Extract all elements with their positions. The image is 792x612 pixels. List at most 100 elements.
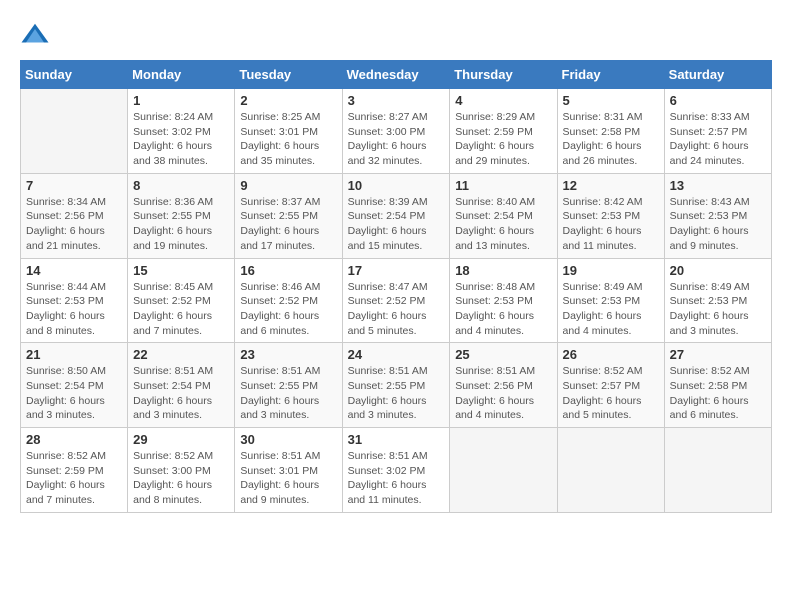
- day-cell: 29 Sunrise: 8:52 AM Sunset: 3:00 PM Dayli…: [128, 428, 235, 513]
- day-cell: 27 Sunrise: 8:52 AM Sunset: 2:58 PM Dayli…: [664, 343, 771, 428]
- day-detail: Sunrise: 8:49 AM Sunset: 2:53 PM Dayligh…: [563, 280, 659, 339]
- day-detail: Sunrise: 8:29 AM Sunset: 2:59 PM Dayligh…: [455, 110, 551, 169]
- day-cell: 10Sunrise: 8:39 AM Sunset: 2:54 PM Dayli…: [342, 173, 450, 258]
- day-number: 29: [133, 432, 229, 447]
- day-detail: Sunrise: 8:52 AM Sunset: 2:59 PM Dayligh…: [26, 449, 122, 508]
- day-cell: 14 Sunrise: 8:44 AM Sunset: 2:53 PM Dayli…: [21, 258, 128, 343]
- day-number: 20: [670, 263, 766, 278]
- day-cell: 6Sunrise: 8:33 AM Sunset: 2:57 PM Daylig…: [664, 89, 771, 174]
- day-cell: 8Sunrise: 8:36 AM Sunset: 2:55 PM Daylig…: [128, 173, 235, 258]
- day-detail: Sunrise: 8:24 AM Sunset: 3:02 PM Dayligh…: [133, 110, 229, 169]
- day-number: 16: [240, 263, 336, 278]
- day-number: 10: [348, 178, 445, 193]
- day-detail: Sunrise: 8:34 AM Sunset: 2:56 PM Dayligh…: [26, 195, 122, 254]
- day-number: 13: [670, 178, 766, 193]
- day-number: 30: [240, 432, 336, 447]
- header-cell-tuesday: Tuesday: [235, 61, 342, 89]
- day-cell: 13 Sunrise: 8:43 AM Sunset: 2:53 PM Dayli…: [664, 173, 771, 258]
- calendar-header: SundayMondayTuesdayWednesdayThursdayFrid…: [21, 61, 772, 89]
- day-cell: [557, 428, 664, 513]
- day-detail: Sunrise: 8:42 AM Sunset: 2:53 PM Dayligh…: [563, 195, 659, 254]
- header-cell-monday: Monday: [128, 61, 235, 89]
- header-cell-saturday: Saturday: [664, 61, 771, 89]
- day-detail: Sunrise: 8:40 AM Sunset: 2:54 PM Dayligh…: [455, 195, 551, 254]
- day-number: 3: [348, 93, 445, 108]
- day-cell: [21, 89, 128, 174]
- day-detail: Sunrise: 8:52 AM Sunset: 3:00 PM Dayligh…: [133, 449, 229, 508]
- day-cell: 2 Sunrise: 8:25 AM Sunset: 3:01 PM Daylig…: [235, 89, 342, 174]
- day-cell: [450, 428, 557, 513]
- day-cell: 25Sunrise: 8:51 AM Sunset: 2:56 PM Dayli…: [450, 343, 557, 428]
- header-row: SundayMondayTuesdayWednesdayThursdayFrid…: [21, 61, 772, 89]
- day-cell: [664, 428, 771, 513]
- day-detail: Sunrise: 8:27 AM Sunset: 3:00 PM Dayligh…: [348, 110, 445, 169]
- day-cell: 12 Sunrise: 8:42 AM Sunset: 2:53 PM Dayli…: [557, 173, 664, 258]
- day-cell: 26 Sunrise: 8:52 AM Sunset: 2:57 PM Dayli…: [557, 343, 664, 428]
- day-number: 15: [133, 263, 229, 278]
- logo: [20, 20, 54, 50]
- day-cell: 17 Sunrise: 8:47 AM Sunset: 2:52 PM Dayli…: [342, 258, 450, 343]
- day-cell: 1 Sunrise: 8:24 AM Sunset: 3:02 PM Daylig…: [128, 89, 235, 174]
- day-detail: Sunrise: 8:51 AM Sunset: 2:55 PM Dayligh…: [240, 364, 336, 423]
- day-detail: Sunrise: 8:51 AM Sunset: 2:55 PM Dayligh…: [348, 364, 445, 423]
- day-cell: 11 Sunrise: 8:40 AM Sunset: 2:54 PM Dayli…: [450, 173, 557, 258]
- day-detail: Sunrise: 8:47 AM Sunset: 2:52 PM Dayligh…: [348, 280, 445, 339]
- day-cell: 24 Sunrise: 8:51 AM Sunset: 2:55 PM Dayli…: [342, 343, 450, 428]
- day-detail: Sunrise: 8:48 AM Sunset: 2:53 PM Dayligh…: [455, 280, 551, 339]
- day-detail: Sunrise: 8:52 AM Sunset: 2:57 PM Dayligh…: [563, 364, 659, 423]
- logo-icon: [20, 20, 50, 50]
- day-number: 26: [563, 347, 659, 362]
- week-row: 1 Sunrise: 8:24 AM Sunset: 3:02 PM Daylig…: [21, 89, 772, 174]
- day-detail: Sunrise: 8:37 AM Sunset: 2:55 PM Dayligh…: [240, 195, 336, 254]
- day-number: 1: [133, 93, 229, 108]
- day-number: 17: [348, 263, 445, 278]
- day-detail: Sunrise: 8:25 AM Sunset: 3:01 PM Dayligh…: [240, 110, 336, 169]
- header-cell-friday: Friday: [557, 61, 664, 89]
- day-cell: 5 Sunrise: 8:31 AM Sunset: 2:58 PM Daylig…: [557, 89, 664, 174]
- day-detail: Sunrise: 8:50 AM Sunset: 2:54 PM Dayligh…: [26, 364, 122, 423]
- day-number: 4: [455, 93, 551, 108]
- day-number: 24: [348, 347, 445, 362]
- week-row: 21 Sunrise: 8:50 AM Sunset: 2:54 PM Dayli…: [21, 343, 772, 428]
- day-number: 18: [455, 263, 551, 278]
- week-row: 28 Sunrise: 8:52 AM Sunset: 2:59 PM Dayli…: [21, 428, 772, 513]
- day-detail: Sunrise: 8:45 AM Sunset: 2:52 PM Dayligh…: [133, 280, 229, 339]
- day-cell: 9Sunrise: 8:37 AM Sunset: 2:55 PM Daylig…: [235, 173, 342, 258]
- day-cell: 4 Sunrise: 8:29 AM Sunset: 2:59 PM Daylig…: [450, 89, 557, 174]
- day-cell: 18 Sunrise: 8:48 AM Sunset: 2:53 PM Dayli…: [450, 258, 557, 343]
- day-cell: 31 Sunrise: 8:51 AM Sunset: 3:02 PM Dayli…: [342, 428, 450, 513]
- calendar-table: SundayMondayTuesdayWednesdayThursdayFrid…: [20, 60, 772, 513]
- day-cell: 30 Sunrise: 8:51 AM Sunset: 3:01 PM Dayli…: [235, 428, 342, 513]
- day-cell: 7Sunrise: 8:34 AM Sunset: 2:56 PM Daylig…: [21, 173, 128, 258]
- day-detail: Sunrise: 8:33 AM Sunset: 2:57 PM Dayligh…: [670, 110, 766, 169]
- day-detail: Sunrise: 8:51 AM Sunset: 2:54 PM Dayligh…: [133, 364, 229, 423]
- header-cell-wednesday: Wednesday: [342, 61, 450, 89]
- day-detail: Sunrise: 8:49 AM Sunset: 2:53 PM Dayligh…: [670, 280, 766, 339]
- day-number: 14: [26, 263, 122, 278]
- day-detail: Sunrise: 8:51 AM Sunset: 3:01 PM Dayligh…: [240, 449, 336, 508]
- day-cell: 16 Sunrise: 8:46 AM Sunset: 2:52 PM Dayli…: [235, 258, 342, 343]
- day-number: 23: [240, 347, 336, 362]
- calendar-body: 1 Sunrise: 8:24 AM Sunset: 3:02 PM Daylig…: [21, 89, 772, 513]
- day-number: 11: [455, 178, 551, 193]
- day-detail: Sunrise: 8:52 AM Sunset: 2:58 PM Dayligh…: [670, 364, 766, 423]
- day-number: 31: [348, 432, 445, 447]
- day-detail: Sunrise: 8:43 AM Sunset: 2:53 PM Dayligh…: [670, 195, 766, 254]
- day-number: 27: [670, 347, 766, 362]
- header-cell-sunday: Sunday: [21, 61, 128, 89]
- day-detail: Sunrise: 8:36 AM Sunset: 2:55 PM Dayligh…: [133, 195, 229, 254]
- day-number: 21: [26, 347, 122, 362]
- week-row: 7Sunrise: 8:34 AM Sunset: 2:56 PM Daylig…: [21, 173, 772, 258]
- day-cell: 28 Sunrise: 8:52 AM Sunset: 2:59 PM Dayli…: [21, 428, 128, 513]
- day-detail: Sunrise: 8:46 AM Sunset: 2:52 PM Dayligh…: [240, 280, 336, 339]
- day-number: 28: [26, 432, 122, 447]
- day-detail: Sunrise: 8:51 AM Sunset: 3:02 PM Dayligh…: [348, 449, 445, 508]
- day-number: 22: [133, 347, 229, 362]
- day-cell: 22 Sunrise: 8:51 AM Sunset: 2:54 PM Dayli…: [128, 343, 235, 428]
- day-detail: Sunrise: 8:31 AM Sunset: 2:58 PM Dayligh…: [563, 110, 659, 169]
- day-number: 12: [563, 178, 659, 193]
- day-number: 5: [563, 93, 659, 108]
- day-detail: Sunrise: 8:44 AM Sunset: 2:53 PM Dayligh…: [26, 280, 122, 339]
- week-row: 14 Sunrise: 8:44 AM Sunset: 2:53 PM Dayli…: [21, 258, 772, 343]
- day-number: 2: [240, 93, 336, 108]
